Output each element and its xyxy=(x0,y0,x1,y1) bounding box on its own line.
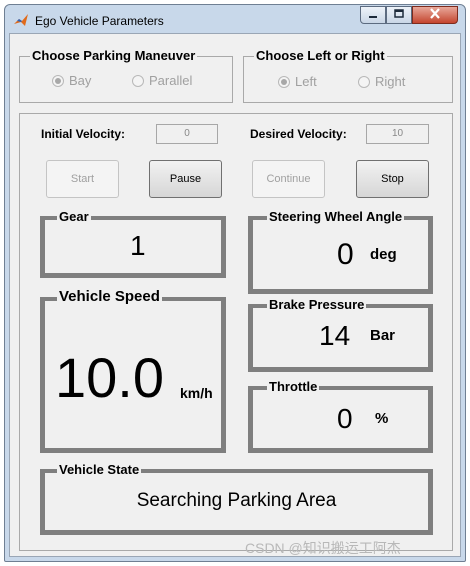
vehicle-state-panel: Vehicle State Searching Parking Area xyxy=(40,462,433,535)
close-button[interactable] xyxy=(412,6,458,24)
radio-parallel-indicator xyxy=(132,74,144,87)
radio-parallel-label: Parallel xyxy=(149,73,193,88)
minimize-button[interactable] xyxy=(360,6,386,24)
matlab-logo-icon xyxy=(13,13,29,27)
maximize-icon xyxy=(394,6,404,24)
throttle-panel: Throttle 0 % xyxy=(248,379,433,453)
stop-button[interactable]: Stop xyxy=(356,160,429,198)
side-group: Choose Left or Right Left Right xyxy=(243,48,453,103)
speed-title: Vehicle Speed xyxy=(57,288,162,305)
speed-value: 10.0 xyxy=(55,346,164,409)
initial-velocity-input[interactable]: 0 xyxy=(156,124,218,144)
steering-unit: deg xyxy=(370,246,397,263)
radio-bay-indicator xyxy=(52,74,64,87)
gear-title: Gear xyxy=(57,209,91,224)
app-window: Ego Vehicle Parameters Choose Parking Ma… xyxy=(4,4,466,562)
continue-button[interactable]: Continue xyxy=(252,160,325,198)
vehicle-state-title: Vehicle State xyxy=(57,462,142,477)
radio-parallel[interactable]: Parallel xyxy=(132,73,192,88)
speed-panel: Vehicle Speed 10.0 km/h xyxy=(40,288,226,453)
radio-bay-label: Bay xyxy=(69,73,92,88)
throttle-value: 0 xyxy=(337,403,353,434)
vehicle-state-value: Searching Parking Area xyxy=(136,490,337,511)
speed-unit: km/h xyxy=(180,385,213,401)
brake-unit: Bar xyxy=(370,327,396,344)
throttle-unit: % xyxy=(375,410,389,427)
throttle-title: Throttle xyxy=(267,379,320,394)
desired-velocity-input[interactable]: 10 xyxy=(366,124,429,144)
close-icon xyxy=(429,6,441,24)
gear-panel: Gear 1 xyxy=(40,209,226,278)
radio-left-label: Left xyxy=(295,74,317,89)
desired-velocity-label: Desired Velocity: xyxy=(250,127,347,141)
radio-right-label: Right xyxy=(375,74,406,89)
steering-value: 0 xyxy=(337,238,354,271)
side-group-title: Choose Left or Right xyxy=(254,48,387,63)
radio-right[interactable]: Right xyxy=(358,74,405,89)
maneuver-group: Choose Parking Maneuver Bay Parallel xyxy=(19,48,233,103)
minimize-icon xyxy=(368,6,378,24)
maximize-button[interactable] xyxy=(386,6,412,24)
start-button[interactable]: Start xyxy=(46,160,119,198)
radio-left[interactable]: Left xyxy=(278,74,317,89)
steering-panel: Steering Wheel Angle 0 deg xyxy=(248,209,433,294)
steering-title: Steering Wheel Angle xyxy=(267,209,405,224)
pause-button[interactable]: Pause xyxy=(149,160,222,198)
watermark: CSDN @知识搬运工阿杰 xyxy=(245,540,401,556)
brake-panel: Brake Pressure 14 Bar xyxy=(248,297,433,372)
client-area: Choose Parking Maneuver Bay Parallel Cho… xyxy=(9,33,461,557)
maneuver-group-title: Choose Parking Maneuver xyxy=(30,48,198,63)
gear-value: 1 xyxy=(130,230,146,261)
title-bar[interactable]: Ego Vehicle Parameters xyxy=(5,5,465,33)
radio-left-indicator xyxy=(278,75,290,88)
main-panel: Initial Velocity: 0 Desired Velocity: 10… xyxy=(19,113,453,551)
radio-bay[interactable]: Bay xyxy=(52,73,91,88)
initial-velocity-label: Initial Velocity: xyxy=(41,127,126,141)
radio-right-indicator xyxy=(358,75,370,88)
brake-title: Brake Pressure xyxy=(267,297,367,312)
brake-value: 14 xyxy=(319,320,351,351)
window-title: Ego Vehicle Parameters xyxy=(35,14,164,28)
